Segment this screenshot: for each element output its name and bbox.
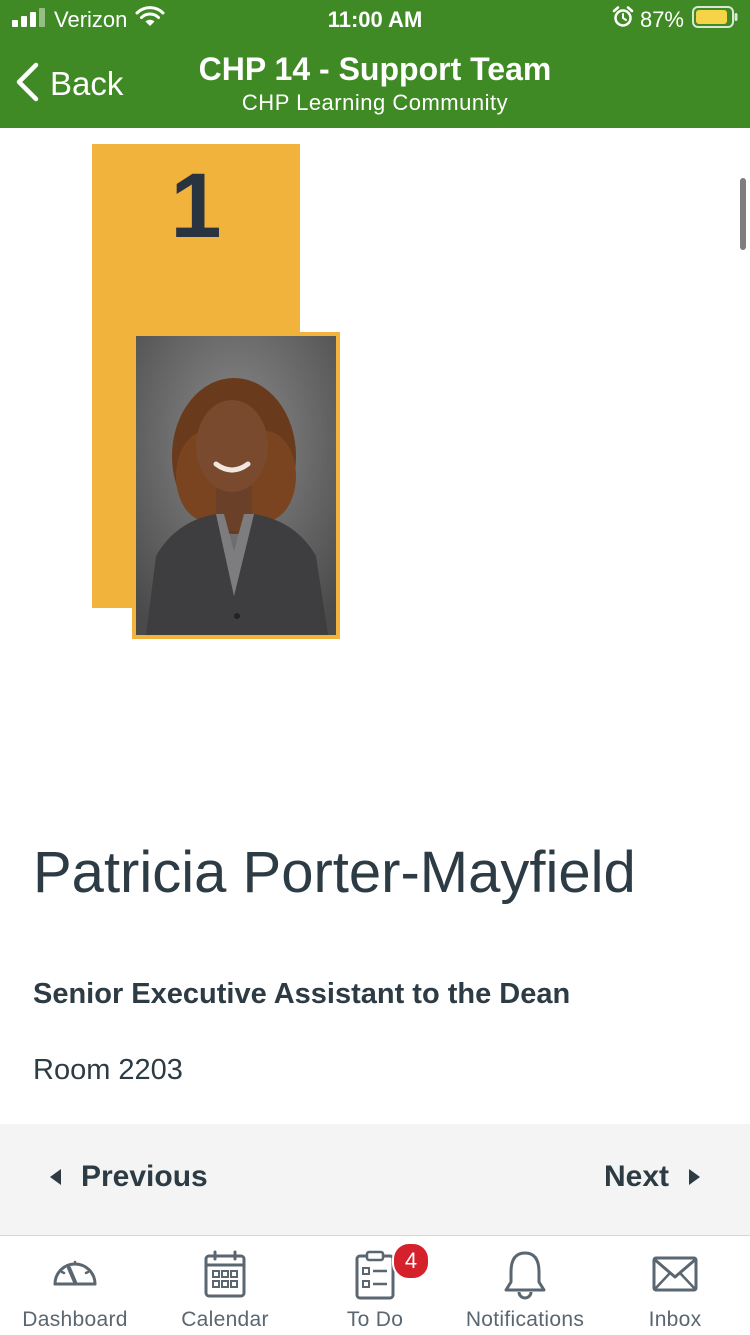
inbox-icon xyxy=(652,1256,698,1297)
status-bar-right: 87% xyxy=(612,6,738,33)
tab-inbox-label: Inbox xyxy=(648,1308,702,1331)
next-label: Next xyxy=(603,1160,669,1193)
person-room: Room 2203 xyxy=(33,1054,183,1086)
tab-bar: Dashboard Calendar 4 To Do Notifications… xyxy=(0,1235,750,1335)
profile-photo xyxy=(132,332,340,639)
app-header: Verizon 11:00 AM 87% Back CHP 14 - Suppo… xyxy=(0,0,750,128)
chevron-left-icon xyxy=(14,62,40,107)
todo-badge: 4 xyxy=(392,1242,430,1280)
profile-content[interactable]: 1 Patricia Porter-Mayfield Senior Execut… xyxy=(0,128,750,1124)
tab-dashboard-label: Dashboard xyxy=(22,1308,128,1331)
tab-todo-label: To Do xyxy=(346,1308,404,1331)
tab-todo[interactable]: 4 To Do xyxy=(300,1236,450,1335)
person-name: Patricia Porter-Mayfield xyxy=(33,839,636,905)
battery-icon xyxy=(692,6,738,33)
page-title: CHP 14 - Support Team xyxy=(198,51,552,87)
previous-button[interactable]: Previous xyxy=(50,1160,208,1194)
tab-inbox[interactable]: Inbox xyxy=(600,1236,750,1335)
dashboard-icon xyxy=(50,1250,100,1295)
scrollbar[interactable] xyxy=(740,178,746,250)
tab-calendar[interactable]: Calendar xyxy=(150,1236,300,1335)
page-subtitle: CHP Learning Community xyxy=(241,90,509,115)
calendar-icon xyxy=(204,1250,246,1303)
battery-percent: 87% xyxy=(639,6,684,32)
alarm-icon xyxy=(612,6,634,33)
bell-icon xyxy=(502,1250,548,1305)
pager-bar: Previous Next xyxy=(0,1124,750,1235)
next-button[interactable]: Next xyxy=(604,1160,700,1194)
rank-number: 1 xyxy=(170,155,222,257)
tab-dashboard[interactable]: Dashboard xyxy=(0,1236,150,1335)
previous-label: Previous xyxy=(81,1160,208,1193)
back-button[interactable]: Back xyxy=(14,62,123,106)
tab-notifications-label: Notifications xyxy=(465,1308,585,1331)
tab-notifications[interactable]: Notifications xyxy=(450,1236,600,1335)
caret-left-icon xyxy=(50,1169,61,1185)
caret-right-icon xyxy=(689,1169,700,1185)
todo-icon xyxy=(354,1250,396,1305)
back-label: Back xyxy=(50,65,124,102)
person-job-title: Senior Executive Assistant to the Dean xyxy=(33,978,571,1010)
status-bar: Verizon 11:00 AM 87% xyxy=(0,0,750,40)
nav-titles: CHP 14 - Support Team CHP Learning Commu… xyxy=(150,50,600,118)
tab-calendar-label: Calendar xyxy=(181,1308,269,1331)
